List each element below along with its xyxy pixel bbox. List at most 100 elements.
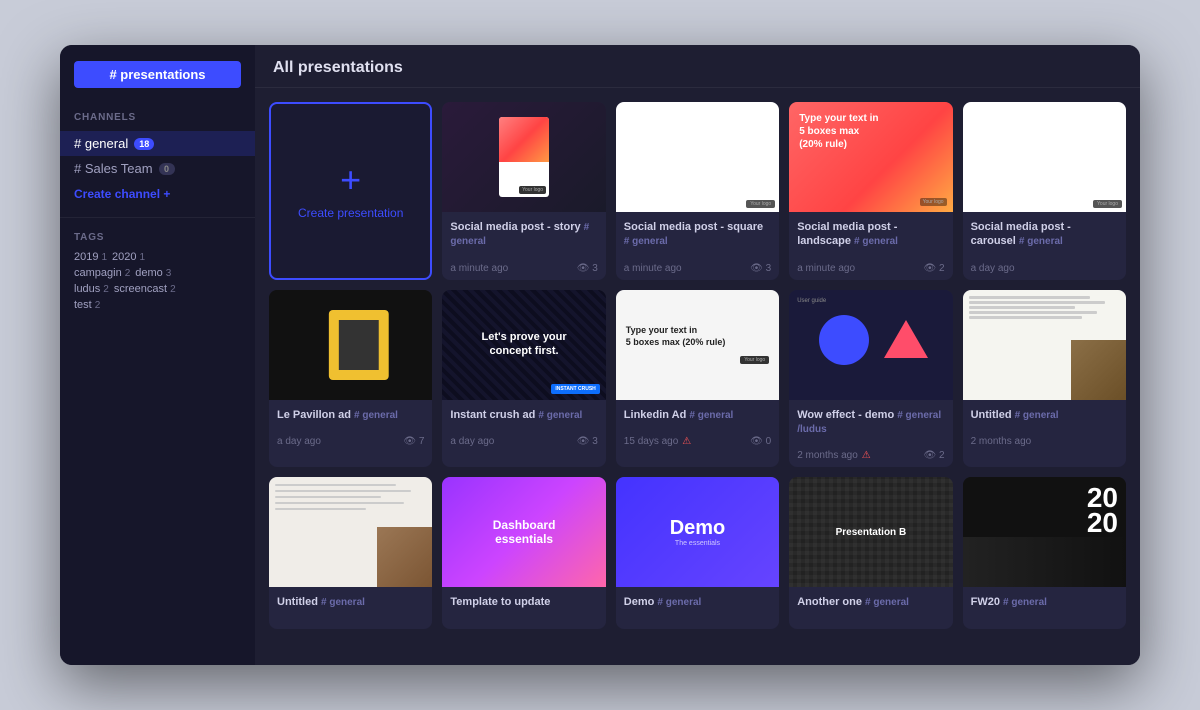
card-title: Linkedin Ad # general bbox=[624, 408, 771, 422]
channel-general-badge: 18 bbox=[134, 138, 154, 150]
card-views: 👁 3 bbox=[577, 263, 598, 274]
card-views: 👁 7 bbox=[403, 436, 424, 447]
channels-label: CHANNELS bbox=[60, 108, 255, 131]
card-meta: 15 days ago ⚠ 👁 0 bbox=[616, 432, 779, 453]
presentation-card-demo[interactable]: Demo The essentials Demo # general bbox=[616, 477, 779, 629]
channel-general-name: # general bbox=[74, 136, 128, 151]
card-title: Social media post - square # general bbox=[624, 220, 771, 249]
card-info: Social media post - landscape # general bbox=[789, 212, 952, 259]
main-title: All presentations bbox=[273, 59, 1122, 77]
tag-screencast[interactable]: screencast 2 bbox=[114, 283, 176, 295]
card-info: Le Pavillon ad # general bbox=[269, 400, 432, 432]
card-time: 15 days ago ⚠ bbox=[624, 436, 691, 447]
main-header: All presentations bbox=[255, 45, 1140, 88]
channel-sales-name: # Sales Team bbox=[74, 161, 153, 176]
presentation-card-wow-effect[interactable]: User guide Wow effect - demo # general /… bbox=[789, 290, 952, 468]
card-title: Template to update bbox=[450, 595, 597, 609]
presentation-card-social-carousel[interactable]: Your logo Social media post - carousel #… bbox=[963, 102, 1126, 280]
card-thumb-social-square: Your logo bbox=[616, 102, 779, 212]
card-time: a minute ago bbox=[624, 263, 682, 274]
presentation-card-le-pavillon[interactable]: Le Pavillon ad # general a day ago 👁 7 bbox=[269, 290, 432, 468]
card-title: FW20 # general bbox=[971, 595, 1118, 609]
card-meta: a day ago 👁 7 bbox=[269, 432, 432, 453]
card-title: Untitled # general bbox=[971, 408, 1118, 422]
create-presentation-card[interactable]: + Create presentation bbox=[269, 102, 432, 280]
create-plus-icon: + bbox=[340, 162, 361, 198]
card-views: 👁 2 bbox=[924, 450, 945, 461]
tag-demo[interactable]: demo 3 bbox=[135, 267, 171, 279]
card-time: a day ago bbox=[971, 263, 1015, 274]
card-meta: a day ago bbox=[963, 259, 1126, 280]
tag-2019[interactable]: 2019 1 bbox=[74, 251, 107, 263]
card-info: Untitled # general bbox=[963, 400, 1126, 432]
card-meta bbox=[616, 619, 779, 629]
card-info: Social media post - square # general bbox=[616, 212, 779, 259]
sidebar: # presentations CHANNELS # general 18 # … bbox=[60, 45, 255, 665]
card-title: Untitled # general bbox=[277, 595, 424, 609]
card-thumb-presentation-b: Presentation B bbox=[789, 477, 952, 587]
card-title: Le Pavillon ad # general bbox=[277, 408, 424, 422]
presentation-card-fw20[interactable]: 2020 FW20 # general bbox=[963, 477, 1126, 629]
card-meta bbox=[963, 619, 1126, 629]
sidebar-top: # presentations bbox=[60, 55, 255, 108]
card-meta: a day ago 👁 3 bbox=[442, 432, 605, 453]
tag-row-4: test 2 bbox=[74, 299, 241, 311]
create-channel-button[interactable]: Create channel + bbox=[60, 181, 255, 207]
card-meta: 2 months ago bbox=[963, 432, 1126, 453]
channel-sales-badge: 0 bbox=[159, 163, 175, 175]
card-info: Wow effect - demo # general /ludus bbox=[789, 400, 952, 447]
card-thumb-demo: Demo The essentials bbox=[616, 477, 779, 587]
card-title: Social media post - story # general bbox=[450, 220, 597, 249]
tag-ludus[interactable]: ludus 2 bbox=[74, 283, 109, 295]
presentation-card-social-story[interactable]: Your logo Social media post - story # ge… bbox=[442, 102, 605, 280]
card-time: a minute ago bbox=[797, 263, 855, 274]
presentation-card-social-landscape[interactable]: Type your text in5 boxes max(20% rule) Y… bbox=[789, 102, 952, 280]
card-thumb-dashboard: Dashboardessentials bbox=[442, 477, 605, 587]
card-time: 2 months ago bbox=[971, 436, 1032, 447]
card-info: Social media post - carousel # general bbox=[963, 212, 1126, 259]
card-title: Social media post - carousel # general bbox=[971, 220, 1118, 249]
channel-general[interactable]: # general 18 bbox=[60, 131, 255, 156]
card-meta: 2 months ago ⚠ 👁 2 bbox=[789, 446, 952, 467]
card-thumb-untitled bbox=[963, 290, 1126, 400]
tag-campagin[interactable]: campagin 2 bbox=[74, 267, 130, 279]
presentation-card-untitled-2[interactable]: Untitled # general bbox=[269, 477, 432, 629]
card-time: a day ago bbox=[450, 436, 494, 447]
tag-test[interactable]: test 2 bbox=[74, 299, 100, 311]
card-meta: a minute ago 👁 3 bbox=[616, 259, 779, 280]
card-info: FW20 # general bbox=[963, 587, 1126, 619]
card-views: 👁 3 bbox=[750, 263, 771, 274]
app-layout: # presentations CHANNELS # general 18 # … bbox=[60, 45, 1140, 665]
tag-2020[interactable]: 2020 1 bbox=[112, 251, 145, 263]
tag-row-2: campagin 2 demo 3 bbox=[74, 267, 241, 279]
card-views: 👁 2 bbox=[924, 263, 945, 274]
card-info: Template to update bbox=[442, 587, 605, 619]
presentation-card-instant-crush[interactable]: Let's prove yourconcept first. INSTANT C… bbox=[442, 290, 605, 468]
card-views: 👁 3 bbox=[577, 436, 598, 447]
card-time: 2 months ago ⚠ bbox=[797, 450, 871, 461]
card-time: a day ago bbox=[277, 436, 321, 447]
card-info: Another one # general bbox=[789, 587, 952, 619]
presentation-card-another-one[interactable]: Presentation B Another one # general bbox=[789, 477, 952, 629]
card-views: 👁 0 bbox=[750, 436, 771, 447]
card-meta bbox=[442, 619, 605, 629]
app-title[interactable]: # presentations bbox=[74, 61, 241, 88]
sidebar-divider bbox=[60, 217, 255, 218]
presentation-card-template-to-update[interactable]: Dashboardessentials Template to update bbox=[442, 477, 605, 629]
channel-sales-team[interactable]: # Sales Team 0 bbox=[60, 156, 255, 181]
card-thumb-linkedin: Type your text in5 boxes max (20% rule) … bbox=[616, 290, 779, 400]
card-meta bbox=[269, 619, 432, 629]
card-thumb-social-landscape: Type your text in5 boxes max(20% rule) Y… bbox=[789, 102, 952, 212]
presentation-card-linkedin[interactable]: Type your text in5 boxes max (20% rule) … bbox=[616, 290, 779, 468]
card-info: Instant crush ad # general bbox=[442, 400, 605, 432]
card-info: Linkedin Ad # general bbox=[616, 400, 779, 432]
tags-label: TAGS bbox=[74, 232, 241, 243]
card-time: a minute ago bbox=[450, 263, 508, 274]
card-thumb-instant-crush: Let's prove yourconcept first. INSTANT C… bbox=[442, 290, 605, 400]
card-thumb-wow-effect: User guide bbox=[789, 290, 952, 400]
presentation-card-social-square[interactable]: Your logo Social media post - square # g… bbox=[616, 102, 779, 280]
card-title: Demo # general bbox=[624, 595, 771, 609]
card-info: Untitled # general bbox=[269, 587, 432, 619]
presentation-card-untitled[interactable]: Untitled # general 2 months ago bbox=[963, 290, 1126, 468]
card-thumb-le-pavillon bbox=[269, 290, 432, 400]
